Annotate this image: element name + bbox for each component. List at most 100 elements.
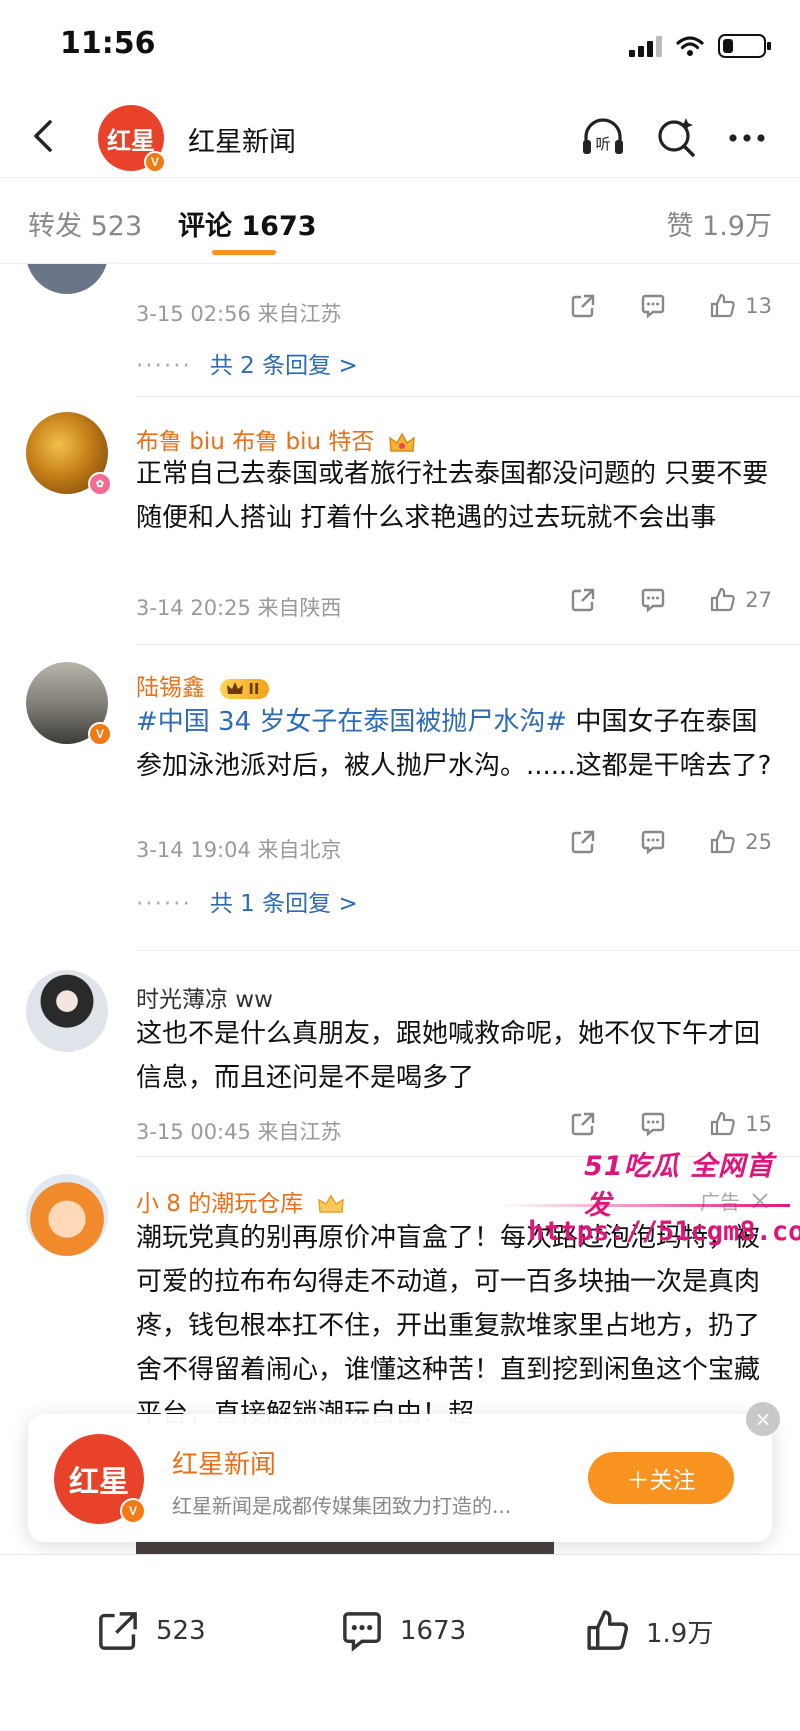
comment-actions: 27 — [569, 586, 772, 614]
more-options-icon[interactable] — [722, 112, 772, 162]
view-replies-link[interactable]: ······ 共 2 条回复 > — [136, 346, 358, 380]
comment-icon — [642, 830, 665, 855]
tab-likes[interactable]: 赞 1.9万 — [666, 204, 772, 243]
follow-button[interactable]: ＋关注 — [588, 1452, 734, 1504]
tab-reposts[interactable]: 转发 523 — [28, 204, 142, 243]
repost-button[interactable]: 523 — [94, 1607, 206, 1655]
user-avatar[interactable] — [26, 264, 108, 294]
like-button[interactable]: 27 — [709, 586, 772, 614]
reply-button[interactable] — [639, 292, 667, 320]
thumbs-up-icon — [711, 293, 736, 318]
back-arrow-icon[interactable] — [22, 114, 66, 158]
active-tab-indicator — [212, 250, 276, 255]
like-button[interactable]: 15 — [709, 1110, 772, 1138]
like-count: 15 — [745, 1112, 772, 1136]
comment-count: 1673 — [400, 1616, 467, 1646]
share-icon — [572, 1112, 595, 1136]
listen-headphones-icon[interactable]: 听 — [578, 112, 628, 162]
crown-icon — [388, 431, 415, 452]
battery-level — [723, 39, 733, 53]
crown-icon — [227, 681, 244, 694]
watermark-text: 51吃瓜 全网首发 — [584, 1151, 774, 1221]
replies-count: 共 1 条回复 > — [209, 891, 358, 917]
share-icon — [572, 830, 595, 854]
nav-header: 红星 V 红星新闻 听 — [0, 96, 800, 178]
reply-button[interactable] — [639, 586, 667, 614]
page-title[interactable]: 红星新闻 — [188, 120, 296, 159]
comment-icon — [642, 588, 665, 613]
follow-card-name[interactable]: 红星新闻 — [172, 1444, 276, 1481]
user-avatar[interactable] — [26, 1174, 108, 1256]
listen-label: 听 — [595, 135, 610, 153]
hashtag-link[interactable]: #中国 34 岁女子在泰国被抛尸水沟# — [136, 707, 567, 737]
bottom-action-bar: 523 1673 1.9万 — [0, 1554, 800, 1731]
search-icon[interactable] — [652, 112, 702, 162]
username[interactable]: 小 8 的潮玩仓库 — [136, 1184, 345, 1218]
comment-item: V 陆锡鑫 II #中国 34 岁女子在泰国被抛尸水沟# 中国女子在泰国参加泳池… — [0, 662, 800, 922]
comment-actions: 15 — [569, 1110, 772, 1138]
brand-logo-text: 红星 — [107, 125, 155, 155]
follow-card: 红星 V 红星新闻 红星新闻是成都传媒集团致力打造的... ＋关注 × — [28, 1402, 780, 1542]
follow-card-description: 红星新闻是成都传媒集团致力打造的... — [172, 1494, 512, 1518]
reply-button[interactable] — [639, 828, 667, 856]
share-button[interactable] — [569, 1110, 597, 1138]
comment-text: 这也不是什么真朋友，跟她喊救命呢，她不仅下午才回信息，而且还问是不是喝多了 — [136, 1019, 761, 1093]
comment-text: #中国 34 岁女子在泰国被抛尸水沟# 中国女子在泰国参加泳池派对后，被人抛尸水… — [136, 707, 772, 781]
crown-icon — [317, 1194, 344, 1213]
tab-comments[interactable]: 评论 1673 — [178, 204, 317, 243]
comment-meta: 3-15 00:45 来自江苏 — [136, 1120, 342, 1144]
comment-meta: 3-14 20:25 来自陕西 — [136, 596, 342, 620]
share-icon — [572, 588, 595, 612]
share-icon — [99, 1612, 137, 1650]
comment-item: ✿ 布鲁 biu 布鲁 biu 特否 正常自己去泰国或者旅行社去泰国都没问题的 … — [0, 412, 800, 627]
verified-badge-icon: V — [144, 151, 166, 173]
reply-button[interactable] — [639, 1110, 667, 1138]
username[interactable]: 陆锡鑫 II — [136, 668, 270, 702]
comment-actions: 25 — [569, 828, 772, 856]
view-replies-link[interactable]: ······ 共 1 条回复 > — [136, 884, 358, 918]
divider — [136, 644, 800, 645]
share-button[interactable] — [569, 292, 597, 320]
comment-meta: 3-15 02:56 来自江苏 — [136, 302, 342, 326]
share-button[interactable] — [569, 828, 597, 856]
username[interactable]: 布鲁 biu 布鲁 biu 特否 — [136, 422, 416, 456]
like-post-button[interactable]: 1.9万 — [584, 1607, 713, 1655]
verified-badge-icon: V — [120, 1498, 146, 1524]
comment-text: 潮玩党真的别再原价冲盲盒了！每次路过泡泡玛特，被可爱的拉布布勾得走不动道，可一百… — [136, 1223, 761, 1429]
like-count: 27 — [745, 588, 772, 612]
comment-item: 时光薄凉 ww 这也不是什么真朋友，跟她喊救命呢，她不仅下午才回信息，而且还问是… — [0, 970, 800, 1150]
user-avatar[interactable]: V — [26, 662, 112, 746]
divider — [136, 396, 800, 397]
member-level-badge: II — [220, 678, 270, 699]
brand-avatar[interactable]: 红星 V — [54, 1434, 146, 1524]
thumbs-up-icon — [587, 1610, 629, 1650]
watermark-url: https://51cgm8.com — [528, 1216, 800, 1247]
like-button[interactable]: 25 — [709, 828, 772, 856]
user-avatar[interactable] — [26, 970, 108, 1052]
thumbs-up-icon — [711, 1111, 736, 1136]
status-icons — [629, 34, 771, 58]
status-bar: 11:56 — [0, 0, 800, 96]
battery-icon — [718, 34, 771, 58]
like-count: 1.9万 — [646, 1618, 714, 1649]
user-avatar[interactable]: ✿ — [26, 412, 112, 496]
comment-icon — [642, 294, 665, 319]
comment-button[interactable]: 1673 — [338, 1607, 466, 1655]
close-popup-button[interactable]: × — [746, 1402, 780, 1436]
watermark-line — [500, 1204, 790, 1207]
comment-list: 3-15 02:56 来自江苏 13 ······ 共 2 条回复 > ✿ 布鲁 … — [0, 264, 800, 1554]
like-count: 25 — [745, 830, 772, 854]
share-button[interactable] — [569, 586, 597, 614]
verified-badge-icon: V — [88, 722, 112, 746]
like-button[interactable]: 13 — [709, 292, 772, 320]
username[interactable]: 时光薄凉 ww — [136, 980, 273, 1014]
replies-count: 共 2 条回复 > — [209, 353, 358, 379]
brand-avatar[interactable]: 红星 V — [98, 105, 166, 173]
member-badge-icon: ✿ — [88, 472, 112, 496]
cellular-signal-icon — [629, 35, 662, 57]
ad-image — [136, 1540, 554, 1554]
comment-actions: 13 — [569, 292, 772, 320]
comment-icon — [642, 1112, 665, 1137]
thumbs-up-icon — [711, 587, 736, 612]
wifi-icon — [676, 36, 704, 56]
